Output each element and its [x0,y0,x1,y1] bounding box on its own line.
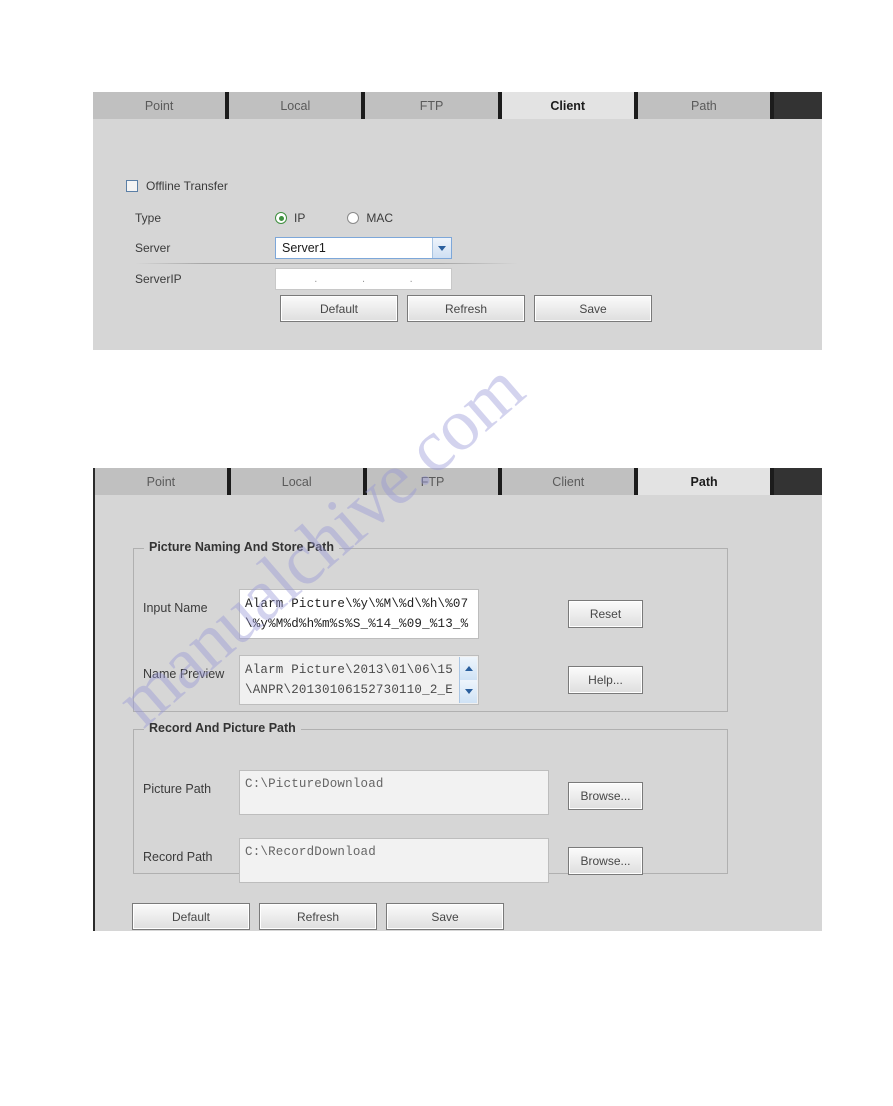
input-name-label: Input Name [143,601,208,615]
input-name-field[interactable]: Alarm Picture\%y\%M\%d\%h\%07\%y%M%d%h%m… [239,589,479,639]
name-preview-label: Name Preview [143,667,225,681]
path-default-button[interactable]: Default [132,903,250,930]
offline-transfer-label: Offline Transfer [146,179,228,193]
tab-path-label: Path [691,98,717,113]
tab2-local[interactable]: Local [230,468,367,495]
tab-local-label: Local [280,98,311,113]
scroll-down-icon[interactable] [459,680,477,703]
server-label: Server [135,241,171,255]
type-row: Type IP MAC [135,207,435,229]
name-preview-scrollbar[interactable] [459,657,477,703]
help-button[interactable]: Help... [568,666,643,694]
tabbar2-endcap [773,468,822,495]
reset-button[interactable]: Reset [568,600,643,628]
tab2-point-label: Point [146,474,176,489]
type-option-ip[interactable]: IP [275,211,305,225]
path-panel-tabbar: Point Local FTP Client Path [95,468,822,495]
tab2-client-label: Client [552,474,585,489]
tab-point-label: Point [144,98,174,113]
ip-separator-2: . [361,272,366,285]
record-path-field[interactable]: C:\RecordDownload [239,838,549,883]
client-button-row: Default Refresh Save [280,295,652,322]
path-panel-body: Picture Naming And Store Path Input Name… [95,495,822,931]
type-option-ip-label: IP [294,211,306,225]
radio-mac-icon[interactable] [347,212,360,224]
tab-path[interactable]: Path [637,92,775,119]
section-divider [135,263,518,264]
picture-path-field[interactable]: C:\PictureDownload [239,770,549,815]
path-button-row: Default Refresh Save [132,903,504,930]
type-option-mac-label: MAC [366,211,394,225]
path-settings-panel: Point Local FTP Client Path Picture Nami… [93,468,822,931]
tab-ftp[interactable]: FTP [365,92,502,119]
tab2-point[interactable]: Point [95,468,231,495]
tab-ftp-label: FTP [419,98,444,113]
name-preview-value: Alarm Picture\2013\01\06\15\ANPR\2013010… [245,663,453,704]
server-select[interactable]: Server1 [275,237,452,259]
client-panel-tabbar: Point Local FTP Client Path [93,92,823,119]
server-ip-input[interactable]: . . . [275,268,452,290]
client-panel-body: Offline Transfer Type IP MAC Server Serv… [93,119,822,350]
type-radio-group: IP MAC [275,211,435,225]
server-select-value: Server1 [282,241,326,255]
client-save-button[interactable]: Save [534,295,652,322]
tab-client[interactable]: Client [501,92,638,119]
scroll-up-icon[interactable] [459,657,477,680]
tab-client-label: Client [550,98,586,113]
server-ip-row: ServerIP . . . [135,268,452,290]
tab2-path-label: Path [690,474,718,489]
picture-naming-legend: Picture Naming And Store Path [144,540,339,554]
tabbar-endcap [774,92,823,119]
client-refresh-button[interactable]: Refresh [407,295,525,322]
client-default-button[interactable]: Default [280,295,398,322]
type-label: Type [135,211,162,225]
ip-separator-3: . [409,272,413,285]
path-save-button[interactable]: Save [386,903,504,930]
radio-ip-icon[interactable] [275,212,287,224]
offline-transfer-checkbox[interactable] [126,180,138,192]
picture-path-browse-button[interactable]: Browse... [568,782,643,810]
offline-transfer-row[interactable]: Offline Transfer [126,179,228,193]
tab2-path[interactable]: Path [638,468,774,495]
client-settings-panel: Point Local FTP Client Path Offline Tran… [93,92,823,350]
server-ip-label: ServerIP [135,272,182,286]
server-row: Server Server1 [135,237,452,259]
record-path-browse-button[interactable]: Browse... [568,847,643,875]
record-path-label: Record Path [143,850,213,864]
path-refresh-button[interactable]: Refresh [259,903,377,930]
chevron-down-icon[interactable] [432,238,451,258]
tab2-local-label: Local [281,474,312,489]
tab2-ftp[interactable]: FTP [366,468,503,495]
tab-local[interactable]: Local [229,92,366,119]
tab-point[interactable]: Point [93,92,230,119]
type-option-mac[interactable]: MAC [347,211,393,225]
record-picture-path-legend: Record And Picture Path [144,721,301,735]
tab2-ftp-label: FTP [420,474,445,489]
ip-separator-1: . [314,272,318,285]
name-preview-field[interactable]: Alarm Picture\2013\01\06\15\ANPR\2013010… [239,655,479,705]
tab2-client[interactable]: Client [502,468,639,495]
picture-path-label: Picture Path [143,782,212,796]
